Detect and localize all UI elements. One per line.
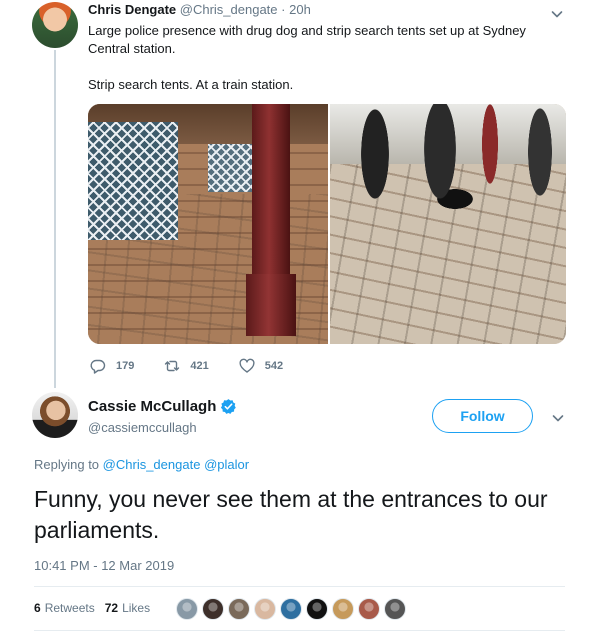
liker-avatar[interactable]	[384, 598, 406, 620]
likers-avatars	[176, 598, 410, 620]
liker-avatar[interactable]	[280, 598, 302, 620]
like-count: 542	[264, 360, 284, 372]
replying-to-link-chris[interactable]: @Chris_dengate	[103, 457, 201, 472]
retweet-count: 421	[190, 360, 209, 372]
reply-count: 179	[116, 360, 135, 372]
tweet1-media	[88, 104, 566, 344]
avatar-chris-dengate[interactable]	[32, 2, 78, 48]
tweet1-time[interactable]: 20h	[289, 2, 311, 17]
caret-down-icon[interactable]	[551, 7, 563, 19]
like-icon	[239, 358, 255, 373]
follow-button[interactable]: Follow	[432, 399, 533, 433]
liker-avatar[interactable]	[358, 598, 380, 620]
avatar-cassie-mccullagh[interactable]	[32, 392, 78, 438]
replying-to: Replying to @Chris_dengate @plalor	[34, 457, 249, 472]
tweet1-text-line2: Strip search tents. At a train station.	[88, 77, 294, 92]
liker-avatar[interactable]	[254, 598, 276, 620]
photo1-gate	[88, 122, 178, 240]
tweet2-author-handle[interactable]: @cassiemccullagh	[88, 420, 197, 435]
liker-avatar[interactable]	[176, 598, 198, 620]
caret-down-icon[interactable]	[552, 411, 564, 423]
likes-stat-label: Likes	[122, 601, 151, 615]
tweet2-author-name[interactable]: Cassie McCullagh	[88, 398, 216, 415]
retweet-action[interactable]: 421	[164, 358, 209, 374]
likes-stat[interactable]: 72 Likes	[105, 601, 150, 615]
likes-stat-count: 72	[104, 601, 119, 615]
verified-icon	[221, 399, 237, 414]
retweets-stat-label: Retweets	[44, 601, 95, 615]
replying-prefix: Replying to	[34, 457, 100, 472]
reply-action[interactable]: 179	[90, 358, 134, 374]
like-action[interactable]: 542	[239, 358, 283, 374]
divider	[34, 630, 565, 631]
tweet1-separator: ·	[281, 2, 286, 17]
tweet2-author[interactable]: Cassie McCullagh	[88, 398, 237, 415]
tweet1-text-line1: Large police presence with drug dog and …	[88, 23, 526, 56]
liker-avatar[interactable]	[306, 598, 328, 620]
divider	[34, 586, 565, 587]
photo2-people	[340, 104, 560, 214]
photo1-pillar-base	[246, 274, 296, 336]
liker-avatar[interactable]	[228, 598, 250, 620]
tweet1-header: Chris Dengate @Chris_dengate · 20h	[88, 2, 311, 17]
reply-icon	[90, 359, 106, 374]
photo-police-drug-dog[interactable]	[330, 104, 566, 344]
tweet1-actions: 179 421 542	[90, 358, 313, 374]
retweets-stat[interactable]: 6 Retweets	[34, 601, 95, 615]
retweet-icon	[165, 360, 180, 372]
tweet1-author-handle[interactable]: @Chris_dengate	[180, 2, 278, 17]
thread-connector-line	[54, 50, 56, 388]
photo-strip-search-tents[interactable]	[88, 104, 328, 344]
replying-to-link-plalor[interactable]: @plalor	[204, 457, 249, 472]
tweet1-author-name[interactable]: Chris Dengate	[88, 2, 176, 17]
photo1-gate-far	[208, 144, 254, 192]
liker-avatar[interactable]	[332, 598, 354, 620]
tweet2-text: Funny, you never see them at the entranc…	[34, 486, 548, 543]
tweet2-timestamp[interactable]: 10:41 PM - 12 Mar 2019	[34, 558, 174, 573]
liker-avatar[interactable]	[202, 598, 224, 620]
retweets-stat-count: 6	[34, 601, 41, 615]
tweet1-text: Large police presence with drug dog and …	[88, 22, 558, 112]
tweet2-stats: 6 Retweets 72 Likes	[34, 601, 160, 615]
